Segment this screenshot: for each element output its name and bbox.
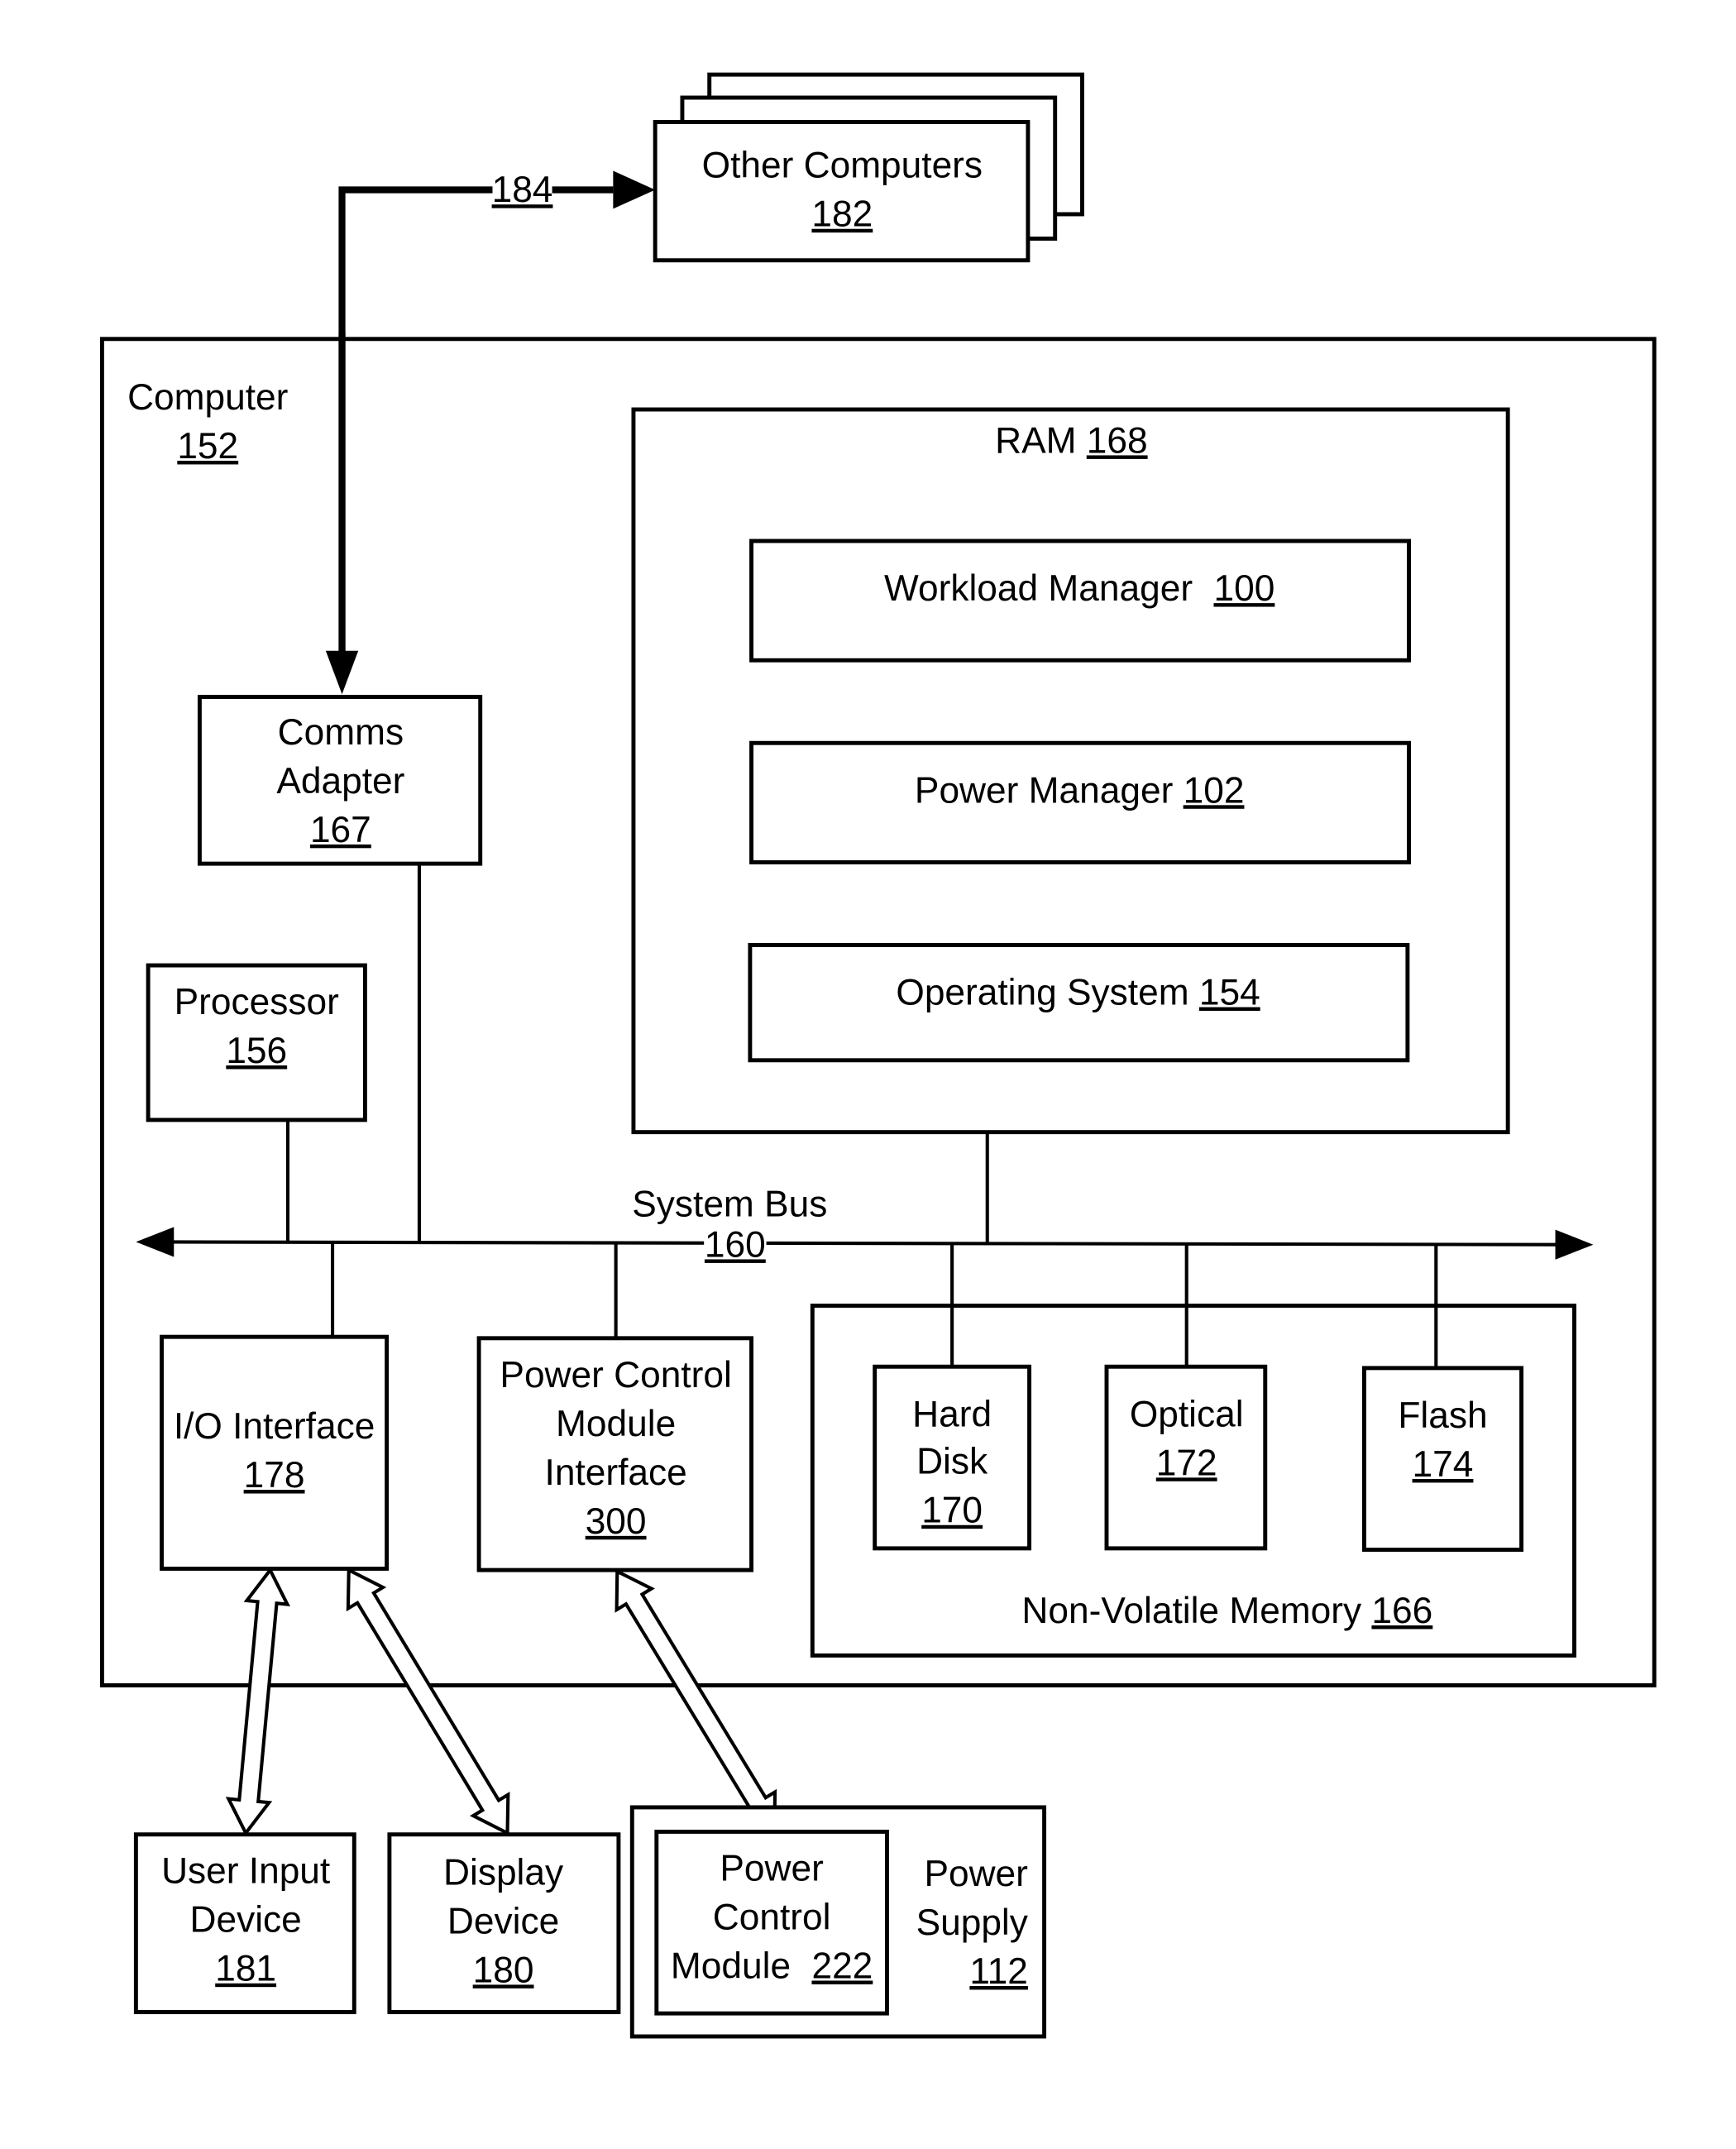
power-supply-label-2: Supply bbox=[916, 1903, 1029, 1943]
comms-adapter-label-2: Adapter bbox=[276, 761, 404, 802]
processor-node: Processor 156 bbox=[146, 963, 367, 1122]
power-manager-ref: 102 bbox=[1184, 770, 1245, 811]
other-computers-ref: 182 bbox=[811, 194, 873, 235]
processor-label: Processor bbox=[175, 982, 339, 1022]
workload-manager-text: Workload Manager 100 bbox=[884, 568, 1275, 609]
power-control-module-text: Module 222 bbox=[671, 1946, 873, 1986]
operating-system-label: Operating System bbox=[896, 973, 1188, 1013]
optical-label: Optical bbox=[1130, 1394, 1244, 1434]
pcm-interface-label-2: Module bbox=[556, 1404, 676, 1444]
user-input-device-ref: 181 bbox=[215, 1949, 276, 1989]
power-manager-text: Power Manager 102 bbox=[915, 770, 1245, 811]
display-device-label-1: Display bbox=[443, 1852, 564, 1893]
user-input-device-label-1: User Input bbox=[161, 1851, 330, 1892]
power-control-module-label-2: Control bbox=[713, 1897, 831, 1937]
workload-manager-ref: 100 bbox=[1214, 568, 1275, 609]
ram-node: RAM 168 Workload Manager 100 Power Manag… bbox=[631, 407, 1510, 1135]
bus-arrow-left-icon bbox=[136, 1227, 175, 1257]
system-bus-ref: 160 bbox=[705, 1224, 766, 1265]
computer-label: Computer bbox=[127, 377, 288, 418]
non-volatile-memory-ref: 166 bbox=[1371, 1591, 1432, 1631]
comms-adapter-label-1: Comms bbox=[278, 712, 404, 753]
io-interface-node: I/O Interface 178 bbox=[160, 1334, 390, 1571]
ram-label: RAM bbox=[995, 420, 1076, 461]
io-interface-label: I/O Interface bbox=[174, 1406, 375, 1447]
non-volatile-memory-node: Non-Volatile Memory 166 Hard Disk 170 Op… bbox=[810, 1304, 1576, 1658]
non-volatile-memory-label: Non-Volatile Memory bbox=[1021, 1591, 1362, 1631]
comms-adapter-node: Comms Adapter 167 bbox=[197, 695, 483, 866]
user-input-device-label-2: Device bbox=[190, 1900, 302, 1941]
power-control-module-ref: 222 bbox=[811, 1946, 873, 1986]
network-link: 184 bbox=[325, 168, 656, 695]
pcm-interface-label-3: Interface bbox=[545, 1453, 687, 1493]
comms-adapter-ref: 167 bbox=[310, 810, 371, 850]
pcmi-to-pcm-arrow-icon bbox=[615, 1568, 777, 1834]
non-volatile-memory-text: Non-Volatile Memory 166 bbox=[1021, 1591, 1432, 1631]
pcm-interface-node: Power Control Module Interface 300 bbox=[476, 1336, 753, 1572]
hollow-arrows bbox=[225, 1567, 777, 1836]
power-supply-label-1: Power bbox=[924, 1854, 1027, 1894]
display-device-label-2: Device bbox=[447, 1901, 559, 1941]
operating-system-ref: 154 bbox=[1199, 973, 1260, 1013]
network-link-line bbox=[338, 186, 614, 662]
io-interface-box bbox=[160, 1334, 390, 1571]
power-supply-node: Power Control Module 222 Power Supply 11… bbox=[629, 1805, 1047, 2039]
power-control-module-label-3: Module bbox=[671, 1946, 791, 1986]
io-to-user-input-arrow-icon bbox=[225, 1567, 290, 1836]
pcm-interface-ref: 300 bbox=[586, 1501, 647, 1542]
hard-disk-ref: 170 bbox=[921, 1491, 983, 1531]
power-control-module-label-1: Power bbox=[720, 1848, 823, 1888]
block-diagram: Other Computers 182 184 Computer 152 RAM… bbox=[99, 72, 1657, 2039]
pcm-interface-label-1: Power Control bbox=[500, 1355, 731, 1395]
system-bus-label: System Bus bbox=[632, 1184, 827, 1224]
processor-ref: 156 bbox=[226, 1031, 287, 1071]
display-device-node: Display Device 180 bbox=[387, 1832, 621, 2014]
display-device-ref: 180 bbox=[473, 1950, 534, 1990]
ram-ref: 168 bbox=[1087, 420, 1148, 461]
power-supply-ref: 112 bbox=[969, 1951, 1028, 1992]
bus-arrow-right-icon bbox=[1555, 1229, 1594, 1260]
arrowhead-right-icon bbox=[613, 170, 656, 209]
power-manager-label: Power Manager bbox=[915, 770, 1173, 811]
other-computers-label: Other Computers bbox=[702, 146, 983, 186]
io-to-display-arrow-icon bbox=[346, 1567, 510, 1836]
network-link-ref: 184 bbox=[492, 170, 553, 210]
io-interface-ref: 178 bbox=[244, 1455, 305, 1496]
other-computers-node: Other Computers 182 bbox=[653, 72, 1084, 263]
ram-title: RAM 168 bbox=[995, 420, 1147, 461]
optical-ref: 172 bbox=[1156, 1443, 1217, 1483]
hard-disk-label-1: Hard bbox=[912, 1394, 992, 1434]
computer-ref: 152 bbox=[177, 426, 238, 467]
flash-label: Flash bbox=[1398, 1395, 1487, 1436]
flash-ref: 174 bbox=[1413, 1444, 1474, 1485]
stack-card-front bbox=[653, 120, 1031, 263]
workload-manager-label: Workload Manager bbox=[884, 568, 1193, 609]
hard-disk-label-2: Disk bbox=[916, 1442, 988, 1482]
system-bus-line bbox=[163, 1240, 1562, 1247]
operating-system-text: Operating System 154 bbox=[896, 973, 1260, 1013]
user-input-device-node: User Input Device 181 bbox=[133, 1832, 356, 2014]
